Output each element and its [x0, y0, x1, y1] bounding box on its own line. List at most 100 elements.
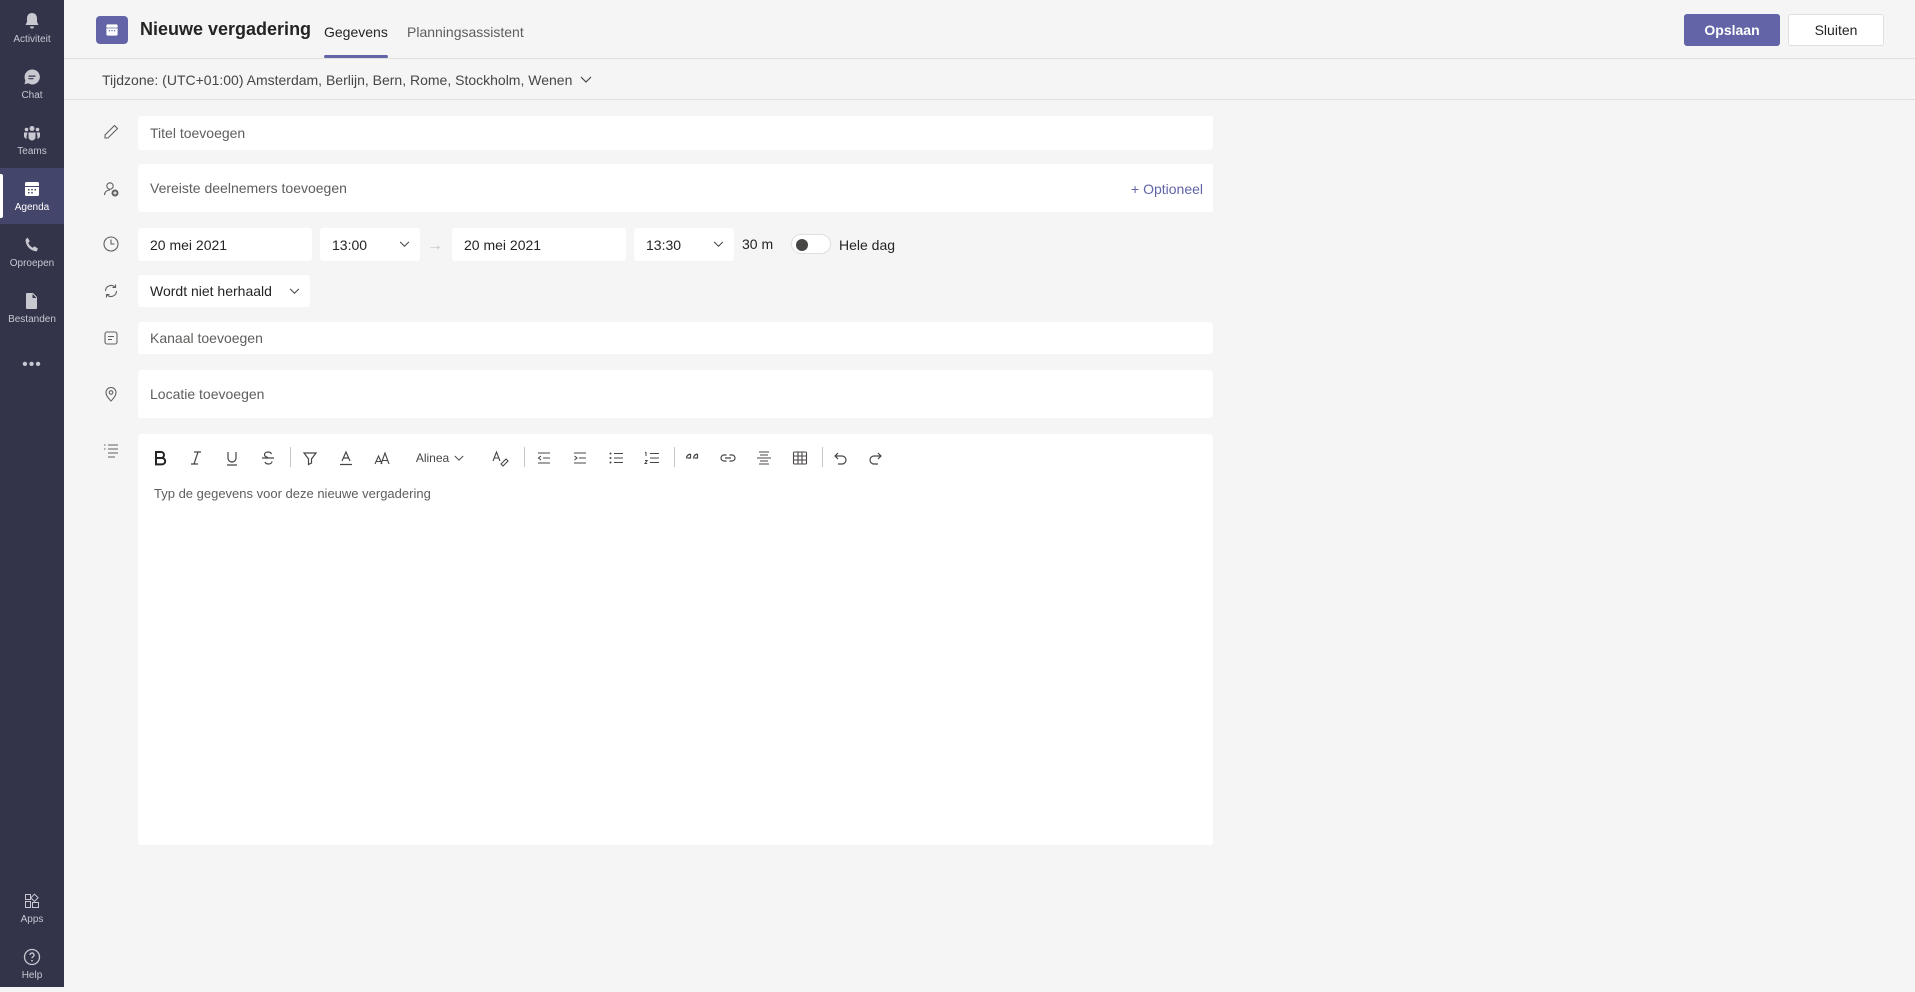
rail-label: Chat: [21, 90, 42, 102]
page-title: Nieuwe vergadering: [140, 19, 311, 40]
numbered-list-button[interactable]: [640, 444, 664, 472]
tab-gegevens[interactable]: Gegevens: [324, 24, 388, 40]
toolbar-separator: [674, 447, 675, 467]
rail-item-teams[interactable]: Teams: [0, 112, 64, 168]
rail-item-chat[interactable]: Chat: [0, 56, 64, 112]
chevron-down-icon: [713, 241, 724, 248]
highlighter-icon: [301, 449, 319, 467]
channel-placeholder: Kanaal toevoegen: [150, 330, 263, 346]
save-label: Opslaan: [1704, 22, 1759, 38]
apps-icon: [22, 891, 42, 911]
rail-label: Oproepen: [10, 258, 54, 270]
rail-label: Help: [22, 970, 43, 982]
chevron-down-icon: [399, 241, 410, 248]
indent-icon: [571, 449, 589, 467]
details-list-icon: [102, 441, 120, 459]
toolbar-separator: [290, 447, 291, 467]
phone-icon: [22, 235, 42, 255]
chat-icon: [22, 67, 42, 87]
rail-label: Bestanden: [8, 314, 56, 326]
title-placeholder: Titel toevoegen: [150, 125, 245, 141]
repeat-dropdown[interactable]: Wordt niet herhaald: [138, 275, 310, 307]
timezone-dropdown[interactable]: Tijdzone: (UTC+01:00) Amsterdam, Berlijn…: [102, 72, 592, 88]
more-icon: •••: [22, 356, 42, 374]
clear-format-icon: [491, 449, 509, 467]
add-person-icon: [102, 180, 120, 198]
all-day-label: Hele dag: [839, 237, 895, 253]
rail-item-oproepen[interactable]: Oproepen: [0, 224, 64, 280]
font-size-icon: [373, 449, 391, 467]
all-day-toggle[interactable]: [791, 234, 831, 254]
clear-formatting-button[interactable]: [488, 444, 512, 472]
repeat-value: Wordt niet herhaald: [150, 283, 272, 299]
end-date-picker[interactable]: 20 mei 2021: [452, 228, 626, 261]
arrow-right-icon: →: [427, 237, 443, 255]
attendees-placeholder: Vereiste deelnemers toevoegen: [150, 180, 347, 196]
chevron-down-icon: [454, 455, 464, 462]
chevron-down-icon: [580, 76, 592, 84]
chevron-down-icon: [289, 288, 300, 295]
channel-input[interactable]: Kanaal toevoegen: [138, 322, 1213, 354]
more-apps-button[interactable]: •••: [0, 350, 64, 380]
end-time-dropdown[interactable]: 13:30: [634, 228, 734, 261]
font-size-button[interactable]: [370, 444, 394, 472]
toolbar-separator: [524, 447, 525, 467]
rail-label: Activiteit: [13, 34, 50, 46]
help-icon: [22, 947, 42, 967]
bell-icon: [22, 11, 42, 31]
start-date-picker[interactable]: 20 mei 2021: [138, 228, 312, 261]
location-placeholder: Locatie toevoegen: [150, 386, 264, 402]
horizontal-line-button[interactable]: [752, 444, 776, 472]
numbered-list-icon: [643, 449, 661, 467]
italic-icon: [187, 449, 205, 467]
italic-button[interactable]: [184, 444, 208, 472]
undo-icon: [831, 449, 849, 467]
insert-link-button[interactable]: [716, 444, 740, 472]
underline-button[interactable]: [220, 444, 244, 472]
start-date-value: 20 mei 2021: [150, 237, 227, 253]
app-rail: Activiteit Chat Teams Agenda Oproepen Be…: [0, 0, 64, 987]
details-editor[interactable]: Alinea: [138, 434, 1213, 845]
active-tab-indicator: [324, 55, 388, 58]
highlight-button[interactable]: [298, 444, 322, 472]
repeat-icon: [102, 282, 120, 300]
rail-item-bestanden[interactable]: Bestanden: [0, 280, 64, 336]
close-button[interactable]: Sluiten: [1788, 14, 1884, 46]
toolbar-separator: [822, 447, 823, 467]
attendees-input[interactable]: Vereiste deelnemers toevoegen + Optionee…: [138, 164, 1213, 212]
quote-button[interactable]: [680, 444, 704, 472]
save-button[interactable]: Opslaan: [1684, 14, 1780, 46]
teams-icon: [22, 123, 42, 143]
end-date-value: 20 mei 2021: [464, 237, 541, 253]
meeting-calendar-icon: [96, 16, 128, 44]
rail-item-apps[interactable]: Apps: [0, 880, 64, 936]
rail-label: Teams: [17, 146, 46, 158]
decrease-indent-button[interactable]: [532, 444, 556, 472]
increase-indent-button[interactable]: [568, 444, 592, 472]
horizontal-line-icon: [755, 449, 773, 467]
close-label: Sluiten: [1815, 22, 1858, 38]
location-input[interactable]: Locatie toevoegen: [138, 370, 1213, 418]
quote-icon: [683, 449, 701, 467]
rail-item-help[interactable]: Help: [0, 936, 64, 992]
insert-table-button[interactable]: [788, 444, 812, 472]
channel-icon: [102, 329, 120, 347]
bulleted-list-button[interactable]: [604, 444, 628, 472]
rail-item-agenda[interactable]: Agenda: [0, 168, 64, 224]
file-icon: [22, 291, 42, 311]
bold-button[interactable]: [148, 444, 172, 472]
paragraph-style-dropdown[interactable]: Alinea: [412, 444, 468, 472]
start-time-dropdown[interactable]: 13:00: [320, 228, 420, 261]
optional-attendees-link[interactable]: + Optioneel: [1131, 181, 1203, 197]
strikethrough-icon: [259, 449, 277, 467]
tab-planningsassistent[interactable]: Planningsassistent: [407, 24, 524, 40]
redo-button[interactable]: [864, 444, 888, 472]
timezone-bar: Tijdzone: (UTC+01:00) Amsterdam, Berlijn…: [64, 60, 1915, 100]
duration-label: 30 m: [742, 236, 773, 252]
undo-button[interactable]: [828, 444, 852, 472]
title-input[interactable]: Titel toevoegen: [138, 116, 1213, 150]
rail-item-activiteit[interactable]: Activiteit: [0, 0, 64, 56]
strikethrough-button[interactable]: [256, 444, 280, 472]
meeting-header: Nieuwe vergadering Gegevens Planningsass…: [64, 0, 1915, 59]
font-color-button[interactable]: [334, 444, 358, 472]
